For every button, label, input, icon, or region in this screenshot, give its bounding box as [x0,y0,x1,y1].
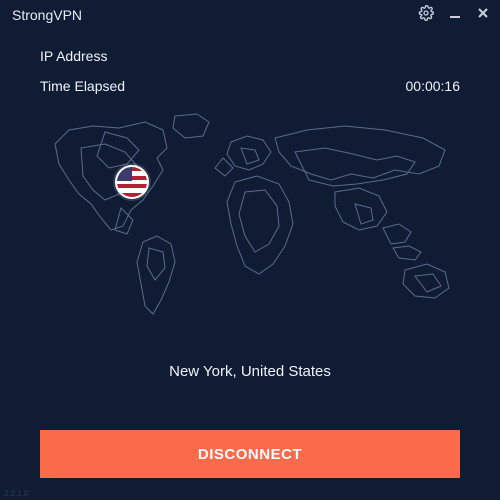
title-bar: StrongVPN [0,0,500,30]
location-label: New York, United States [0,363,500,380]
app-title: StrongVPN [12,7,82,23]
disconnect-button[interactable]: DISCONNECT [40,430,460,478]
close-icon[interactable] [476,6,490,25]
time-row: Time Elapsed 00:00:16 [40,78,460,94]
settings-icon[interactable] [418,5,434,26]
connection-info: IP Address Time Elapsed 00:00:16 [0,30,500,94]
window-controls [418,5,490,26]
version-label: 2.2.1.0 [4,489,28,498]
world-map [35,108,465,333]
time-elapsed-value: 00:00:16 [406,78,461,94]
time-elapsed-label: Time Elapsed [40,78,125,94]
ip-row: IP Address [40,48,460,64]
minimize-icon[interactable] [448,6,462,25]
us-flag-icon [115,165,149,199]
world-map-svg [35,108,465,333]
ip-label: IP Address [40,48,107,64]
